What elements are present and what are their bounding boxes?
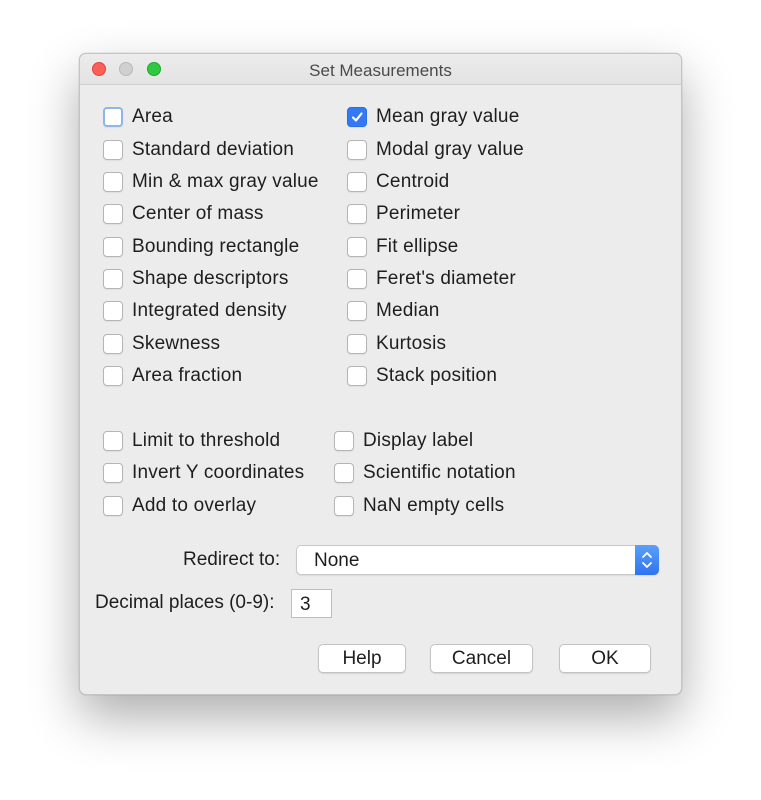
- limit-to-threshold-label: Limit to threshold: [132, 430, 281, 451]
- scientific-notation-label: Scientific notation: [363, 462, 516, 483]
- checkbox-box-checked[interactable]: [347, 107, 367, 127]
- skewness-checkbox[interactable]: Skewness: [103, 332, 220, 356]
- checkbox-box[interactable]: [103, 334, 123, 354]
- invert-y-coordinates-label: Invert Y coordinates: [132, 462, 305, 483]
- stack-position-checkbox[interactable]: Stack position: [347, 364, 497, 388]
- ok-button[interactable]: OK: [559, 644, 651, 673]
- scientific-notation-checkbox[interactable]: Scientific notation: [334, 461, 516, 485]
- mean-gray-value-checkbox[interactable]: Mean gray value: [347, 105, 519, 129]
- checkbox-box[interactable]: [103, 366, 123, 386]
- checkbox-box[interactable]: [103, 172, 123, 192]
- shape-descriptors-label: Shape descriptors: [132, 268, 289, 289]
- display-label-checkbox[interactable]: Display label: [334, 429, 473, 453]
- kurtosis-checkbox[interactable]: Kurtosis: [347, 332, 446, 356]
- bounding-rectangle-checkbox[interactable]: Bounding rectangle: [103, 235, 299, 259]
- fit-ellipse-checkbox[interactable]: Fit ellipse: [347, 235, 458, 259]
- integrated-density-checkbox[interactable]: Integrated density: [103, 299, 287, 323]
- invert-y-coordinates-checkbox[interactable]: Invert Y coordinates: [103, 461, 304, 485]
- help-button[interactable]: Help: [318, 644, 406, 673]
- checkbox-box[interactable]: [347, 140, 367, 160]
- checkbox-box[interactable]: [334, 431, 354, 451]
- checkbox-box[interactable]: [103, 301, 123, 321]
- min-max-gray-value-label: Min & max gray value: [132, 171, 319, 192]
- checkbox-box[interactable]: [103, 269, 123, 289]
- checkbox-box[interactable]: [347, 366, 367, 386]
- checkbox-box[interactable]: [103, 431, 123, 451]
- integrated-density-label: Integrated density: [132, 300, 287, 321]
- checkbox-box[interactable]: [103, 237, 123, 257]
- decimal-places-label: Decimal places (0-9):: [95, 592, 275, 613]
- kurtosis-label: Kurtosis: [376, 333, 447, 354]
- checkbox-box[interactable]: [103, 204, 123, 224]
- skewness-label: Skewness: [132, 333, 221, 354]
- mean-gray-value-label: Mean gray value: [376, 106, 520, 127]
- checkbox-box[interactable]: [103, 496, 123, 516]
- perimeter-label: Perimeter: [376, 203, 461, 224]
- bounding-rectangle-label: Bounding rectangle: [132, 236, 300, 257]
- checkbox-box[interactable]: [347, 204, 367, 224]
- checkbox-box[interactable]: [347, 301, 367, 321]
- decimal-places-input[interactable]: [291, 589, 332, 618]
- checkbox-box[interactable]: [103, 463, 123, 483]
- nan-empty-cells-label: NaN empty cells: [363, 495, 505, 516]
- ferets-diameter-label: Feret's diameter: [376, 268, 516, 289]
- add-to-overlay-label: Add to overlay: [132, 495, 257, 516]
- checkbox-box[interactable]: [347, 269, 367, 289]
- cancel-button[interactable]: Cancel: [430, 644, 533, 673]
- center-of-mass-label: Center of mass: [132, 203, 264, 224]
- modal-gray-value-label: Modal gray value: [376, 139, 524, 160]
- updown-chevron-icon[interactable]: [635, 545, 659, 575]
- stack-position-label: Stack position: [376, 365, 498, 386]
- standard-deviation-label: Standard deviation: [132, 139, 295, 160]
- modal-gray-value-checkbox[interactable]: Modal gray value: [347, 138, 524, 162]
- checkbox-box[interactable]: [347, 334, 367, 354]
- fit-ellipse-label: Fit ellipse: [376, 236, 459, 257]
- checkbox-box[interactable]: [334, 463, 354, 483]
- center-of-mass-checkbox[interactable]: Center of mass: [103, 202, 264, 226]
- display-label-label: Display label: [363, 430, 474, 451]
- area-fraction-label: Area fraction: [132, 365, 243, 386]
- centroid-checkbox[interactable]: Centroid: [347, 170, 449, 194]
- area-checkbox[interactable]: Area: [103, 105, 173, 129]
- shape-descriptors-checkbox[interactable]: Shape descriptors: [103, 267, 289, 291]
- nan-empty-cells-checkbox[interactable]: NaN empty cells: [334, 494, 504, 518]
- median-label: Median: [376, 300, 440, 321]
- standard-deviation-checkbox[interactable]: Standard deviation: [103, 138, 294, 162]
- perimeter-checkbox[interactable]: Perimeter: [347, 202, 460, 226]
- ferets-diameter-checkbox[interactable]: Feret's diameter: [347, 267, 516, 291]
- median-checkbox[interactable]: Median: [347, 299, 440, 323]
- checkbox-box[interactable]: [334, 496, 354, 516]
- centroid-label: Centroid: [376, 171, 450, 192]
- checkbox-box[interactable]: [103, 107, 123, 127]
- checkbox-box[interactable]: [103, 140, 123, 160]
- area-label: Area: [132, 106, 173, 127]
- add-to-overlay-checkbox[interactable]: Add to overlay: [103, 494, 256, 518]
- checkbox-box[interactable]: [347, 172, 367, 192]
- area-fraction-checkbox[interactable]: Area fraction: [103, 364, 242, 388]
- min-max-gray-value-checkbox[interactable]: Min & max gray value: [103, 170, 319, 194]
- checkbox-box[interactable]: [347, 237, 367, 257]
- redirect-select[interactable]: None: [296, 545, 659, 575]
- limit-to-threshold-checkbox[interactable]: Limit to threshold: [103, 429, 280, 453]
- dialog-title: Set Measurements: [309, 61, 452, 80]
- redirect-value: None: [314, 550, 360, 571]
- title-bar[interactable]: Set Measurements: [80, 54, 681, 85]
- redirect-label: Redirect to:: [183, 549, 281, 570]
